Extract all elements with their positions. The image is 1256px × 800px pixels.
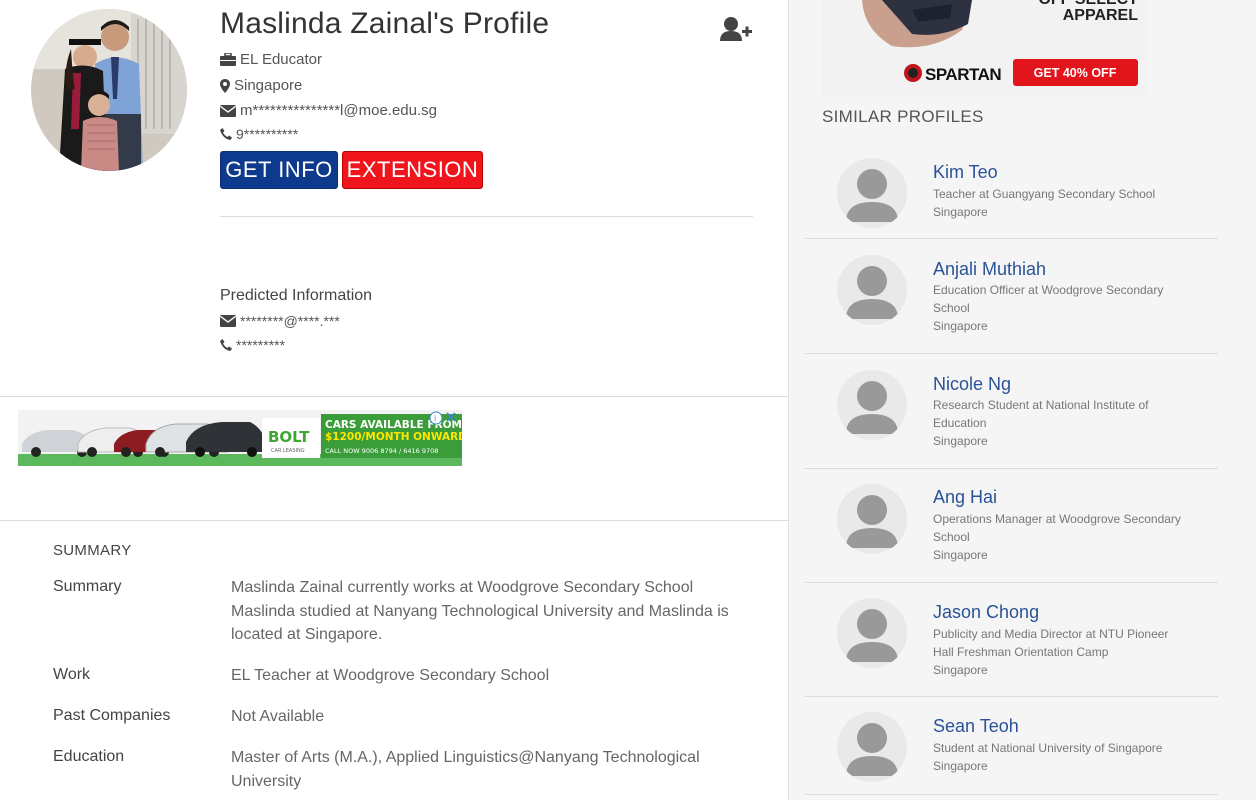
similar-profile-card[interactable]: Sean Teoh Student at National University…	[805, 697, 1218, 795]
past-companies-label: Past Companies	[53, 707, 171, 724]
similar-profile-desc: Student at National University of Singap…	[933, 739, 1183, 775]
avatar-placeholder-icon	[837, 158, 907, 228]
similar-profile-desc: Publicity and Media Director at NTU Pion…	[933, 625, 1183, 679]
similar-profile-name[interactable]: Anjali Muthiah	[933, 259, 1046, 280]
ad-brand: BOLT	[268, 428, 310, 446]
location: Singapore	[234, 77, 303, 94]
work-value: EL Teacher at Woodgrove Secondary School	[231, 667, 550, 684]
avatar-placeholder-icon	[837, 598, 907, 668]
avatar-placeholder-icon	[837, 484, 907, 554]
spartan-promo-ad[interactable]: OFF SELECT APPAREL SPARTAN GET 40% OFF	[822, 0, 1148, 97]
promo-brand: SPARTAN	[925, 65, 1001, 84]
education-value: Master of Arts (M.A.), Applied Linguisti…	[231, 749, 700, 790]
similar-profile-desc: Operations Manager at Woodgrove Secondar…	[933, 510, 1183, 564]
phone: 9**********	[236, 126, 299, 142]
similar-profile-desc: Teacher at Guangyang Secondary School Si…	[933, 185, 1183, 221]
predicted-email: ********@****.***	[240, 313, 340, 329]
ad-line2: $1200/MONTH ONWARDS.	[325, 431, 462, 443]
similar-profile-card[interactable]: Ang Hai Operations Manager at Woodgrove …	[805, 469, 1218, 583]
car-leasing-ad[interactable]: BOLT CAR LEASING CARS AVAILABLE FROM $12…	[18, 410, 462, 466]
avatar-placeholder-icon	[837, 712, 907, 782]
email-line: m***************l@moe.edu.sg	[220, 102, 437, 119]
avatar-placeholder-icon	[837, 370, 907, 440]
ad-brand-sub: CAR LEASING	[271, 448, 305, 454]
section-divider	[0, 520, 788, 521]
similar-profile-name[interactable]: Nicole Ng	[933, 374, 1011, 395]
get-info-button[interactable]: GET INFO	[220, 151, 338, 189]
similar-profile-card[interactable]: Jason Chong Publicity and Media Director…	[805, 583, 1218, 697]
phone-icon	[220, 339, 232, 351]
similar-profile-name[interactable]: Jason Chong	[933, 602, 1039, 623]
similar-profile-card[interactable]: Anjali Muthiah Education Officer at Wood…	[805, 239, 1218, 354]
summary-heading: SUMMARY	[53, 542, 132, 559]
similar-profile-name[interactable]: Kim Teo	[933, 162, 998, 183]
ad-line3: CALL NOW 9006 8794 / 6416 9708	[325, 447, 438, 455]
envelope-icon	[220, 104, 236, 117]
map-marker-icon	[220, 78, 230, 93]
promo-cta: GET 40% OFF	[1034, 66, 1117, 80]
profile-photo	[31, 9, 187, 171]
predicted-phone-line: *********	[220, 337, 285, 353]
similar-profile-desc: Research Student at National Institute o…	[933, 396, 1183, 450]
profile-location: Singapore	[933, 205, 988, 219]
email: m***************l@moe.edu.sg	[240, 102, 437, 119]
avatar-placeholder-icon	[837, 255, 907, 325]
similar-profile-desc: Education Officer at Woodgrove Secondary…	[933, 281, 1183, 335]
predicted-phone: *********	[236, 337, 286, 353]
profile-headline: Education Officer at Woodgrove Secondary…	[933, 283, 1164, 315]
similar-profile-name[interactable]: Sean Teoh	[933, 716, 1019, 737]
profile-headline: Research Student at National Institute o…	[933, 398, 1149, 430]
similar-profile-name[interactable]: Ang Hai	[933, 487, 997, 508]
phone-icon	[220, 128, 232, 140]
profile-headline: Teacher at Guangyang Secondary School	[933, 187, 1156, 201]
profile-headline: Operations Manager at Woodgrove Secondar…	[933, 512, 1181, 544]
profile-location: Singapore	[933, 548, 988, 562]
extension-button[interactable]: EXTENSION	[342, 151, 483, 189]
briefcase-icon	[220, 52, 236, 66]
svg-text:i: i	[434, 414, 436, 423]
divider	[220, 216, 753, 217]
predicted-email-line: ********@****.***	[220, 313, 340, 329]
work-label: Work	[53, 666, 91, 683]
profile-headline: Student at National University of Singap…	[933, 741, 1163, 755]
profile-main: Maslinda Zainal's Profile EL Educator Si…	[0, 0, 788, 800]
past-companies-value: Not Available	[231, 708, 325, 725]
envelope-icon	[220, 315, 236, 327]
profile-location: Singapore	[933, 663, 988, 677]
summary-label: Summary	[53, 578, 122, 595]
education-label: Education	[53, 748, 125, 765]
profile-location: Singapore	[933, 759, 988, 773]
profile-location: Singapore	[933, 319, 988, 333]
job-line: EL Educator	[220, 51, 322, 68]
job-title: EL Educator	[240, 51, 322, 68]
profile-headline: Publicity and Media Director at NTU Pion…	[933, 627, 1169, 659]
similar-profile-card[interactable]: Kim Teo Teacher at Guangyang Secondary S…	[805, 143, 1218, 239]
add-contact-icon[interactable]	[720, 16, 754, 42]
predicted-info-heading: Predicted Information	[220, 287, 373, 304]
promo-line2: APPAREL	[1063, 7, 1138, 24]
profile-location: Singapore	[933, 434, 988, 448]
location-line: Singapore	[220, 77, 302, 94]
similar-profiles-heading: SIMILAR PROFILES	[822, 107, 984, 126]
summary-value: Maslinda Zainal currently works at Woodg…	[231, 579, 729, 643]
phone-line: 9**********	[220, 126, 298, 142]
similar-profile-card[interactable]: Nicole Ng Research Student at National I…	[805, 354, 1218, 469]
page-title: Maslinda Zainal's Profile	[220, 7, 550, 40]
section-divider	[0, 396, 788, 397]
